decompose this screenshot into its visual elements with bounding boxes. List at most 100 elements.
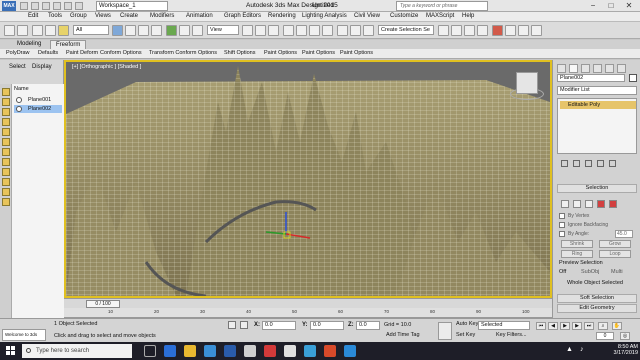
- render-production-icon[interactable]: [531, 25, 542, 36]
- by-vertex-checkbox[interactable]: By Vertex: [559, 212, 589, 220]
- menu-group[interactable]: Group: [70, 13, 87, 19]
- shrink-button[interactable]: Shrink: [561, 240, 593, 248]
- menu-maxscript[interactable]: MAXScript: [426, 13, 454, 19]
- windows-start-icon[interactable]: [6, 346, 16, 356]
- play-icon[interactable]: ▶: [560, 322, 570, 330]
- new-file-icon[interactable]: [20, 2, 28, 10]
- mail-icon[interactable]: [224, 345, 236, 357]
- zoom-icon[interactable]: ⌕: [598, 322, 608, 330]
- close-button[interactable]: ✕: [622, 1, 636, 11]
- edge-browser-icon[interactable]: [164, 345, 176, 357]
- panel-paint-options-3[interactable]: Paint Options: [340, 50, 373, 56]
- project-folder-icon[interactable]: [75, 2, 83, 10]
- media-player-icon[interactable]: [264, 345, 276, 357]
- clock[interactable]: 8:50 AM 3/17/2019: [604, 344, 638, 356]
- chrome-icon[interactable]: [284, 345, 296, 357]
- display-containers-icon[interactable]: [2, 178, 10, 186]
- current-frame-field[interactable]: 0: [596, 332, 614, 340]
- curve-editor-icon[interactable]: [464, 25, 475, 36]
- tab-display[interactable]: Display: [32, 64, 52, 70]
- tab-modeling[interactable]: Modeling: [12, 40, 46, 49]
- angle-snap-icon[interactable]: [296, 25, 307, 36]
- panel-paint-deform[interactable]: Paint Deform: [66, 50, 98, 56]
- set-key-button[interactable]: Set Key: [456, 332, 475, 338]
- display-bones-icon[interactable]: [2, 168, 10, 176]
- list-item[interactable]: Plane002: [14, 105, 62, 113]
- menu-lighting-analysis[interactable]: Lighting Analysis: [302, 13, 347, 19]
- keyboard-shortcut-icon[interactable]: [268, 25, 279, 36]
- remove-modifier-icon[interactable]: [597, 160, 604, 167]
- redo-icon[interactable]: [64, 2, 72, 10]
- graphite-toolbar-icon[interactable]: [451, 25, 462, 36]
- redo-tool-icon[interactable]: [17, 25, 28, 36]
- perspective-viewport[interactable]: [+] [Orthographic ] [Shaded ]: [64, 60, 552, 298]
- display-shapes-icon[interactable]: [2, 98, 10, 106]
- go-to-start-icon[interactable]: ⏮: [536, 322, 546, 330]
- undo-tool-icon[interactable]: [4, 25, 15, 36]
- orbit-icon[interactable]: ◎: [620, 332, 630, 340]
- select-object-icon[interactable]: [112, 25, 123, 36]
- polygon-icon[interactable]: [597, 200, 605, 208]
- object-color-swatch[interactable]: [629, 74, 637, 82]
- object-name-field[interactable]: Plane002: [557, 74, 625, 82]
- motion-tab-icon[interactable]: [593, 64, 602, 73]
- save-file-icon[interactable]: [42, 2, 50, 10]
- x-coordinate-field[interactable]: 0.0: [262, 321, 296, 330]
- previous-frame-icon[interactable]: ◀: [548, 322, 558, 330]
- ignore-backfacing-checkbox[interactable]: Ignore Backfacing: [559, 221, 608, 229]
- visibility-icon[interactable]: [16, 97, 22, 103]
- utilities-tab-icon[interactable]: [617, 64, 626, 73]
- create-tab-icon[interactable]: [557, 64, 566, 73]
- menu-help[interactable]: Help: [462, 13, 474, 19]
- selection-rollout[interactable]: Selection: [557, 184, 637, 193]
- app-icon[interactable]: [244, 345, 256, 357]
- edit-named-selection-icon[interactable]: [337, 25, 348, 36]
- grow-button[interactable]: Grow: [599, 240, 631, 248]
- border-icon[interactable]: [585, 200, 593, 208]
- menu-modifiers[interactable]: Modifiers: [150, 13, 174, 19]
- display-groups-icon[interactable]: [2, 148, 10, 156]
- edge-icon[interactable]: [573, 200, 581, 208]
- unlink-icon[interactable]: [45, 25, 56, 36]
- go-to-end-icon[interactable]: ⏭: [584, 322, 594, 330]
- preview-subobj-radio[interactable]: SubObj: [581, 269, 599, 275]
- reference-coordinate-dropdown[interactable]: View: [207, 25, 239, 35]
- store-icon[interactable]: [204, 345, 216, 357]
- maxscript-listener[interactable]: Welcome to 3ds: [2, 329, 46, 341]
- display-space-warps-icon[interactable]: [2, 138, 10, 146]
- taskbar-search-input[interactable]: Type here to search: [22, 344, 132, 358]
- hierarchy-tab-icon[interactable]: [581, 64, 590, 73]
- selection-filter-dropdown[interactable]: All: [73, 25, 109, 35]
- named-selection-dropdown[interactable]: Create Selection Se: [378, 25, 434, 35]
- panel-transform-conform-options[interactable]: Transform Conform Options: [149, 50, 217, 56]
- volume-icon[interactable]: ♪: [580, 346, 590, 356]
- key-filter-selection-dropdown[interactable]: Selected: [478, 321, 530, 330]
- panel-polydraw[interactable]: PolyDraw: [6, 50, 30, 56]
- set-key-mode-icon[interactable]: [438, 322, 452, 340]
- viewcube-icon[interactable]: [516, 72, 538, 94]
- z-coordinate-field[interactable]: 0.0: [356, 321, 380, 330]
- panel-shift-options[interactable]: Shift Options: [224, 50, 256, 56]
- display-frozen-icon[interactable]: [2, 188, 10, 196]
- display-helpers-icon[interactable]: [2, 128, 10, 136]
- make-unique-icon[interactable]: [585, 160, 592, 167]
- absolute-mode-icon[interactable]: [240, 321, 248, 329]
- spinner-snap-icon[interactable]: [322, 25, 333, 36]
- auto-key-button[interactable]: Auto Key: [456, 321, 478, 327]
- show-end-result-icon[interactable]: [573, 160, 580, 167]
- menu-graph-editors[interactable]: Graph Editors: [224, 13, 261, 19]
- material-editor-icon[interactable]: [492, 25, 503, 36]
- layer-manager-icon[interactable]: [438, 25, 449, 36]
- minimize-button[interactable]: −: [586, 1, 600, 11]
- track-bar[interactable]: 10 20 30 40 50 60 70 80 90 100: [64, 308, 552, 318]
- menu-customize[interactable]: Customize: [390, 13, 418, 19]
- panel-conform-options[interactable]: Conform Options: [100, 50, 142, 56]
- display-geometry-icon[interactable]: [2, 88, 10, 96]
- panel-paint-options-1[interactable]: Paint Options: [264, 50, 297, 56]
- list-item[interactable]: Plane001: [14, 96, 62, 104]
- help-search-input[interactable]: Type a keyword or phrase: [396, 1, 488, 11]
- app-logo-icon[interactable]: MAX: [2, 1, 16, 11]
- render-setup-icon[interactable]: [505, 25, 516, 36]
- display-tab-icon[interactable]: [605, 64, 614, 73]
- panel-paint-options-2[interactable]: Paint Options: [302, 50, 335, 56]
